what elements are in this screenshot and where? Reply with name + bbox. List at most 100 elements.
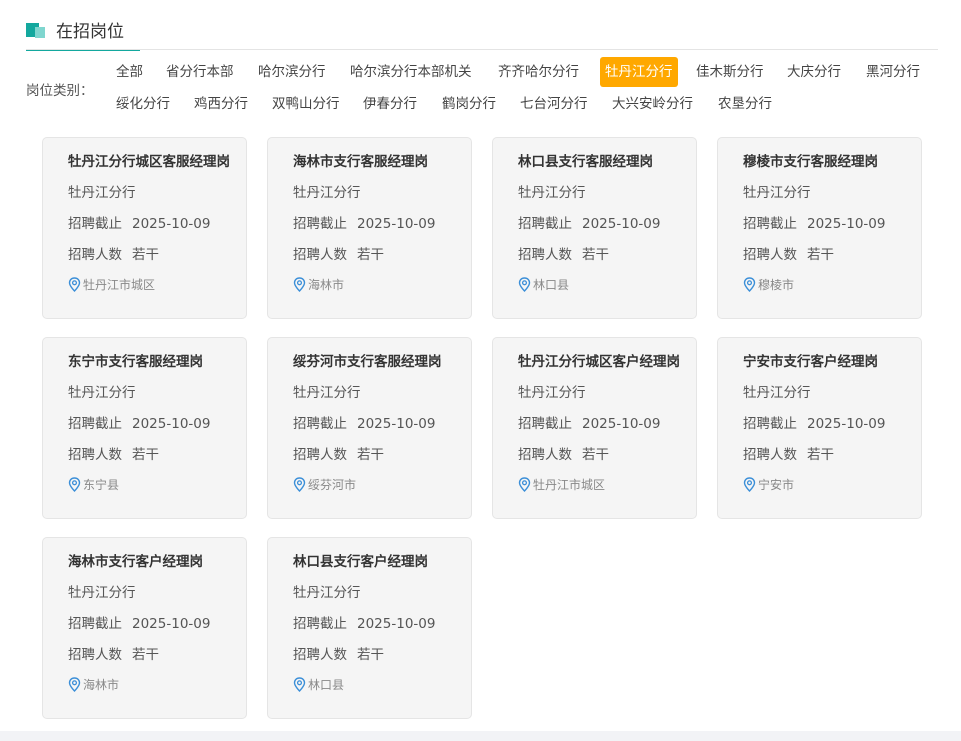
filter-chip[interactable]: 双鸭山分行 — [267, 89, 345, 119]
job-deadline-row: 招聘截止 2025-10-09 — [68, 612, 210, 632]
job-card[interactable]: 东宁市支行客服经理岗 牡丹江分行 招聘截止 2025-10-09 招聘人数 若干 东宁县 — [42, 337, 247, 519]
deadline-value: 2025-10-09 — [357, 616, 436, 632]
map-pin-icon — [743, 477, 758, 492]
filter-chip[interactable]: 绥化分行 — [111, 89, 175, 119]
job-deadline-row: 招聘截止 2025-10-09 — [68, 412, 210, 432]
job-card[interactable]: 海林市支行客户经理岗 牡丹江分行 招聘截止 2025-10-09 招聘人数 若干 海林市 — [42, 537, 247, 719]
job-title: 海林市支行客户经理岗 — [68, 554, 203, 570]
job-title: 宁安市支行客户经理岗 — [743, 354, 878, 370]
filter-chip[interactable]: 七台河分行 — [515, 89, 593, 119]
job-title: 林口县支行客服经理岗 — [518, 154, 653, 170]
deadline-value: 2025-10-09 — [807, 216, 886, 232]
job-branch: 牡丹江分行 — [293, 585, 361, 601]
job-location: 林口县 — [293, 676, 344, 693]
filter-chip[interactable]: 鹤岗分行 — [437, 89, 501, 119]
section-title: 在招岗位 — [56, 22, 124, 42]
count-value: 若干 — [132, 247, 159, 263]
count-value: 若干 — [357, 647, 384, 663]
job-deadline-row: 招聘截止 2025-10-09 — [518, 212, 660, 232]
job-branch: 牡丹江分行 — [743, 185, 811, 201]
deadline-value: 2025-10-09 — [132, 216, 211, 232]
count-label: 招聘人数 — [518, 447, 572, 463]
job-location: 绥芬河市 — [293, 476, 356, 493]
count-value: 若干 — [582, 247, 609, 263]
location-text: 穆棱市 — [758, 278, 795, 292]
deadline-label: 招聘截止 — [68, 416, 122, 432]
location-text: 牡丹江市城区 — [533, 478, 606, 492]
job-card[interactable]: 林口县支行客户经理岗 牡丹江分行招聘截止 2025-10-09 招聘人数 若干林口县 — [267, 537, 472, 719]
job-branch: 牡丹江分行 — [68, 585, 136, 601]
location-text: 林口县 — [308, 678, 345, 692]
job-branch: 牡丹江分行 — [293, 385, 361, 401]
count-value: 若干 — [357, 247, 384, 263]
filter-chip[interactable]: 省分行本部 — [161, 57, 239, 87]
job-location: 林口县 — [518, 276, 569, 293]
filter-chip[interactable]: 牡丹江分行 — [600, 57, 678, 87]
job-title: 绥芬河市支行客服经理岗 — [293, 354, 442, 370]
job-location: 穆棱市 — [743, 276, 794, 293]
map-pin-icon — [68, 677, 83, 692]
job-deadline-row: 招聘截止 2025-10-09 — [743, 412, 885, 432]
count-label: 招聘人数 — [68, 447, 122, 463]
map-pin-icon — [518, 477, 533, 492]
job-title: 海林市支行客服经理岗 — [293, 154, 428, 170]
filter-chip[interactable]: 大兴安岭分行 — [607, 89, 698, 119]
count-value: 若干 — [132, 647, 159, 663]
deadline-label: 招聘截止 — [293, 616, 347, 632]
filter-chip[interactable]: 哈尔滨分行本部机关 — [345, 57, 477, 87]
count-value: 若干 — [582, 447, 609, 463]
job-card[interactable]: 穆棱市支行客服经理岗 牡丹江分行 招聘截止 2025-10-09 招聘人数 若干 穆棱市 — [717, 137, 922, 319]
filter-chip[interactable]: 齐齐哈尔分行 — [493, 57, 584, 87]
filter-chip[interactable]: 全部 — [111, 57, 148, 87]
job-title: 牡丹江分行城区客户经理岗 — [518, 354, 680, 370]
count-value: 若干 — [132, 447, 159, 463]
job-card[interactable]: 绥芬河市支行客服经理岗 牡丹江分行 招聘截止 2025-10-09 招聘人数 若干 绥芬河市 — [267, 337, 472, 519]
job-card[interactable]: 牡丹江分行城区客户经理岗 牡丹江分行 招聘截止 2025-10-09 招聘人数 若干 牡丹江… — [492, 337, 697, 519]
job-deadline-row: 招聘截止 2025-10-09 — [518, 412, 660, 432]
job-card[interactable]: 林口县支行客服经理岗 牡丹江分行 招聘截止 2025-10-09 招聘人数 若干 林口县 — [492, 137, 697, 319]
filter-chip[interactable]: 伊春分行 — [358, 89, 422, 119]
location-text: 绥芬河市 — [308, 478, 357, 492]
section-icon-accent — [35, 27, 45, 38]
job-branch: 牡丹江分行 — [743, 385, 811, 401]
job-deadline-row: 招聘截止 2025-10-09 — [68, 212, 210, 232]
location-text: 宁安市 — [758, 478, 795, 492]
filter-chip[interactable]: 哈尔滨分行 — [253, 57, 331, 87]
job-card[interactable]: 牡丹江分行城区客服经理岗 牡丹江分行 招聘截止 2025-10-09 招聘人数 若干 牡丹江… — [42, 137, 247, 319]
deadline-label: 招聘截止 — [518, 216, 572, 232]
section-tab: 在招岗位 — [26, 18, 140, 51]
job-card[interactable]: 宁安市支行客户经理岗 牡丹江分行 招聘截止 2025-10-09 招聘人数 若干 宁安市 — [717, 337, 922, 519]
filter-chip[interactable]: 黑河分行 — [861, 57, 925, 87]
count-label: 招聘人数 — [518, 247, 572, 263]
filter-chip[interactable]: 鸡西分行 — [189, 89, 253, 119]
filter-chip[interactable]: 农垦分行 — [713, 89, 777, 119]
deadline-value: 2025-10-09 — [132, 616, 211, 632]
deadline-label: 招聘截止 — [293, 216, 347, 232]
count-label: 招聘人数 — [293, 647, 347, 663]
job-title: 林口县支行客户经理岗 — [293, 554, 428, 570]
deadline-value: 2025-10-09 — [357, 416, 436, 432]
job-deadline-row: 招聘截止 2025-10-09 — [293, 412, 435, 432]
map-pin-icon — [293, 677, 308, 692]
deadline-value: 2025-10-09 — [582, 416, 661, 432]
count-label: 招聘人数 — [293, 247, 347, 263]
job-branch: 牡丹江分行 — [68, 185, 136, 201]
map-pin-icon — [293, 477, 308, 492]
count-label: 招聘人数 — [743, 247, 797, 263]
filter-label: 岗位类别： — [26, 83, 94, 99]
count-label: 招聘人数 — [68, 647, 122, 663]
job-count-row: 招聘人数 若干 — [293, 643, 384, 663]
job-deadline-row: 招聘截止 2025-10-09 — [293, 212, 435, 232]
filter-chip[interactable]: 佳木斯分行 — [691, 57, 769, 87]
job-count-row: 招聘人数 若干 — [68, 443, 159, 463]
job-title: 牡丹江分行城区客服经理岗 — [68, 154, 230, 170]
deadline-value: 2025-10-09 — [807, 416, 886, 432]
deadline-label: 招聘截止 — [743, 416, 797, 432]
count-value: 若干 — [807, 447, 834, 463]
filter-chip[interactable]: 大庆分行 — [782, 57, 846, 87]
location-text: 牡丹江市城区 — [83, 278, 156, 292]
deadline-label: 招聘截止 — [743, 216, 797, 232]
job-card[interactable]: 海林市支行客服经理岗 牡丹江分行 招聘截止 2025-10-09 招聘人数 若干 海林市 — [267, 137, 472, 319]
job-location: 海林市 — [293, 276, 344, 293]
job-location: 牡丹江市城区 — [518, 476, 605, 493]
